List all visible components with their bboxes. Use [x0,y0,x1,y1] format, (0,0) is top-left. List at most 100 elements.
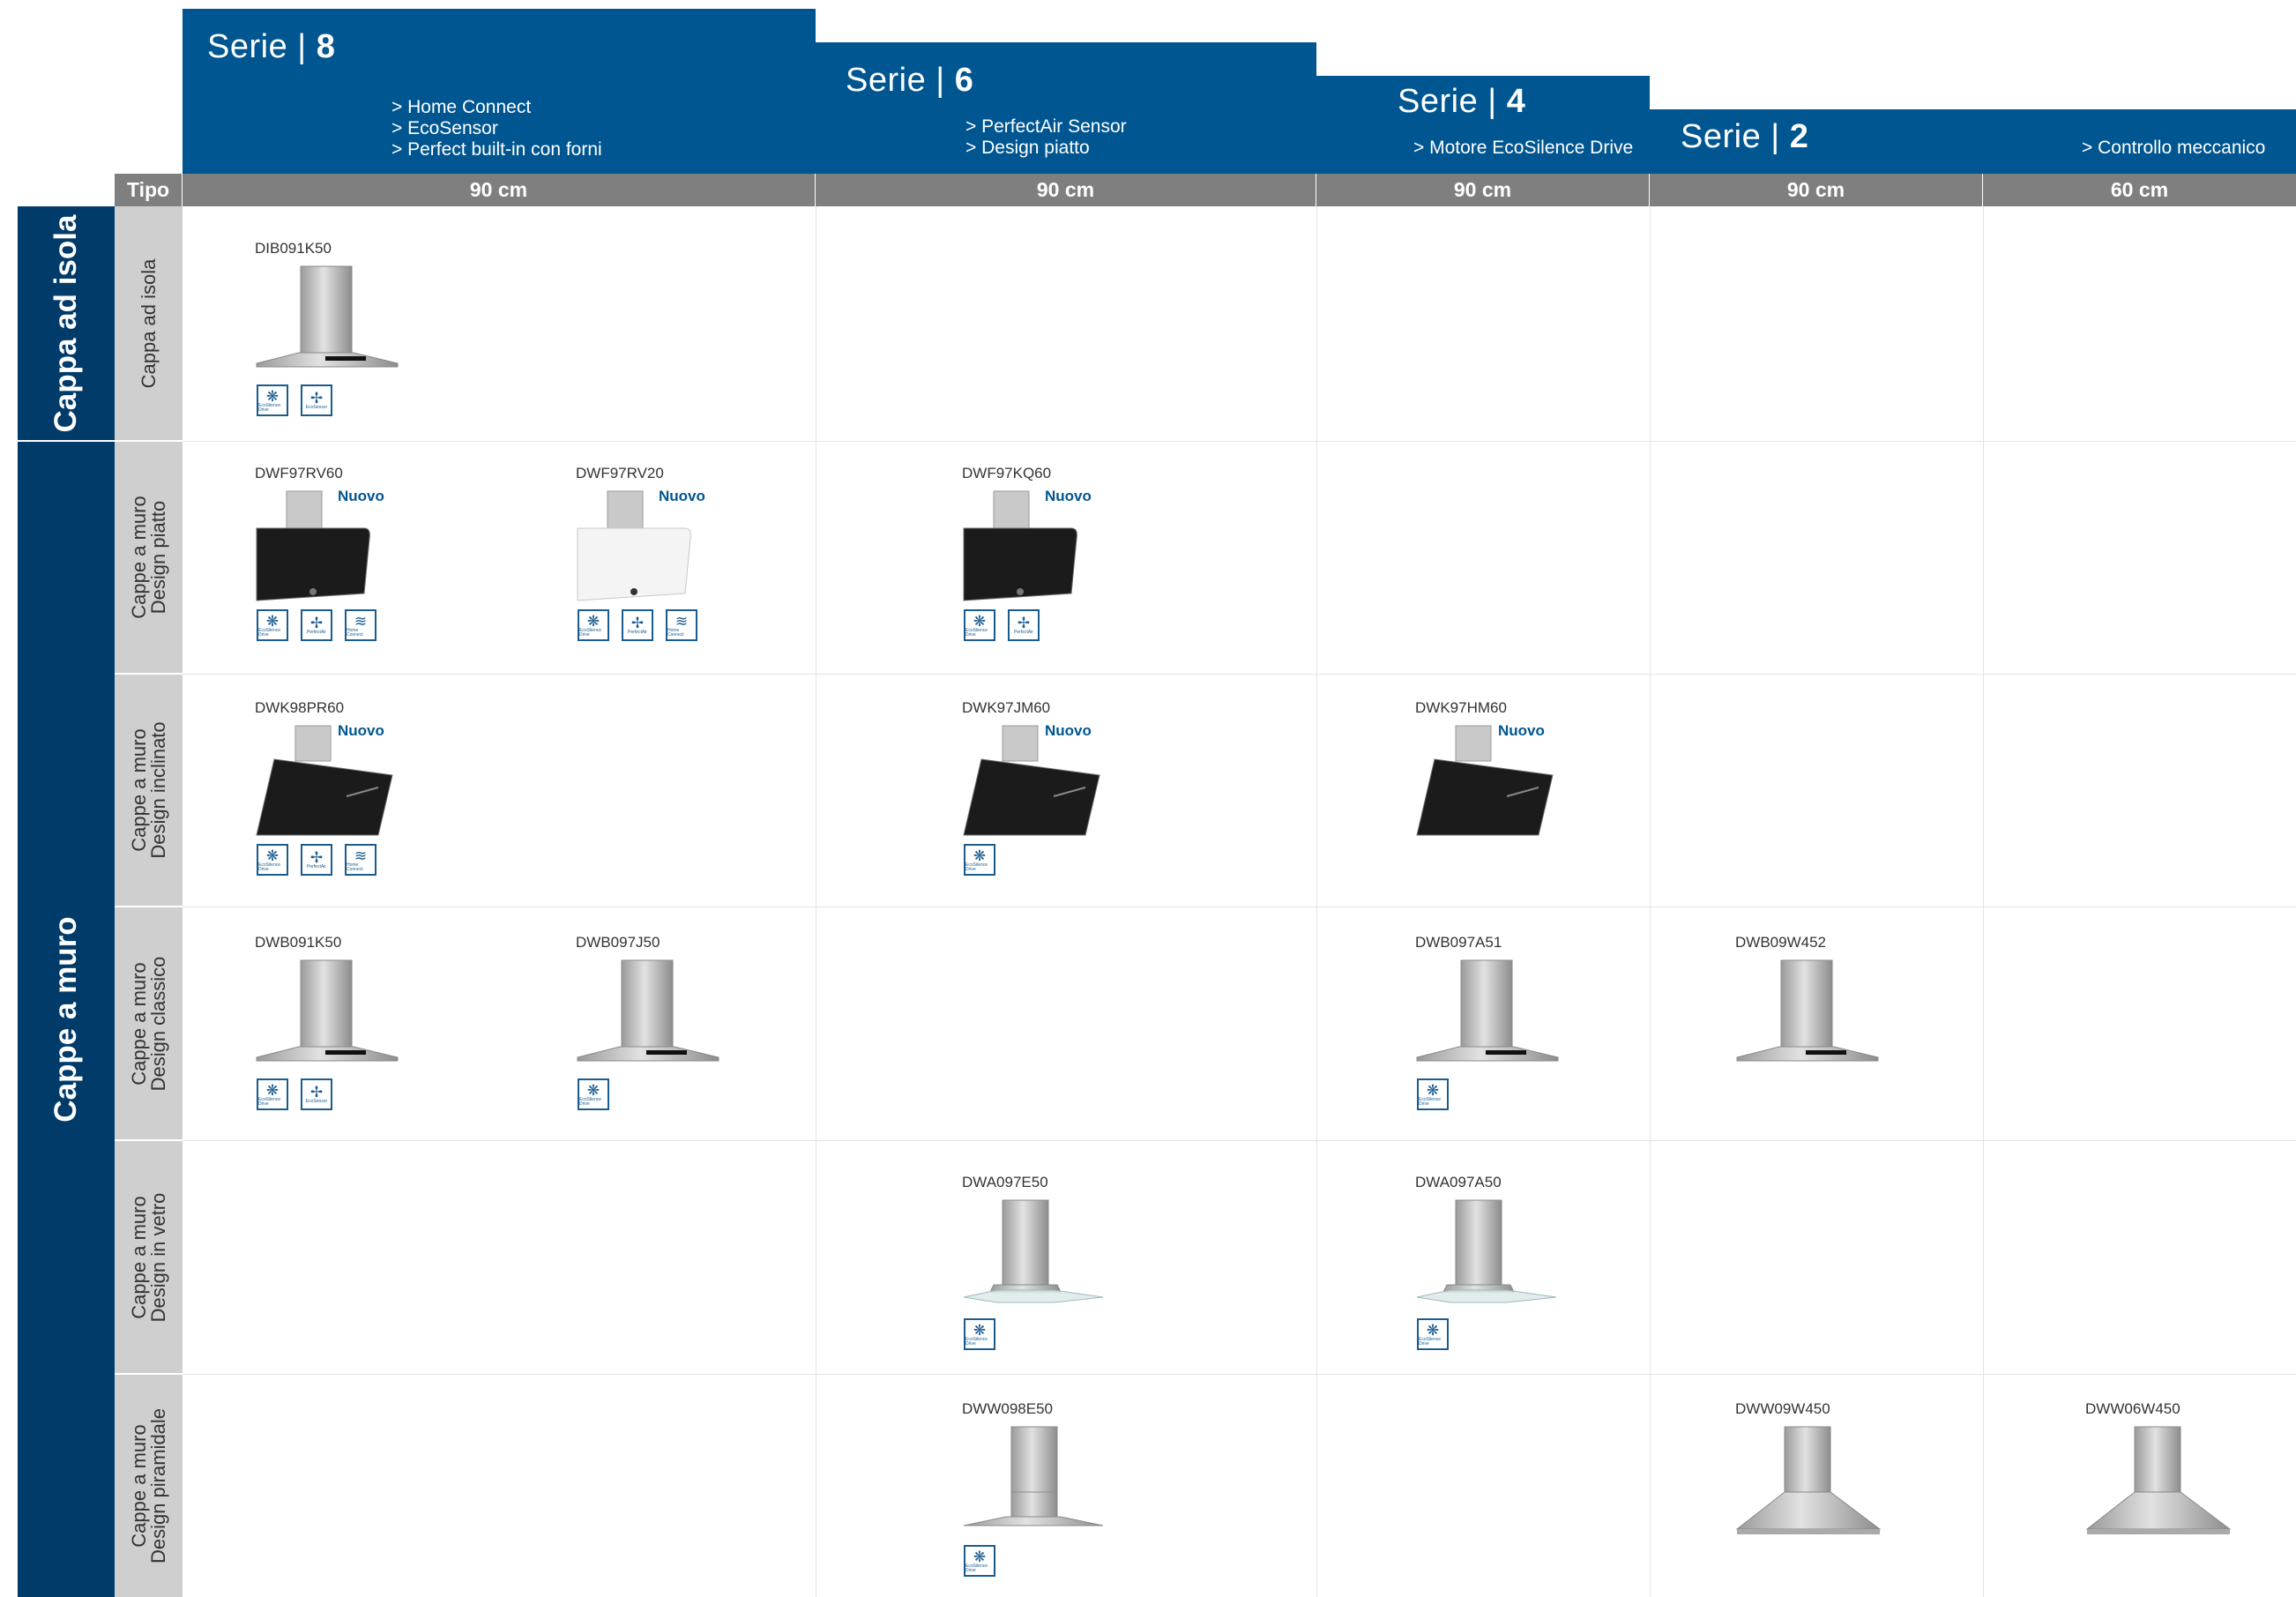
ecosilence-badge: ❋ EcoSilence Drive [257,609,288,641]
badge-label: EcoSilence Drive [965,862,988,872]
size-header: 90 cm [816,174,1316,206]
product-card[interactable]: DWA097A50 ❋ EcoSilence Drive [1415,1174,1733,1350]
product-card[interactable]: DWW06W450 [2085,1400,2296,1577]
product-card[interactable]: DWF97RV60 Nuovo ❋ EcoSilence Drive ✢ PerfectA… [255,465,572,641]
ecosensor-badge: ✢ EcoSensor [301,384,332,416]
series-4-header: Serie | 4 > Motore EcoSilence Drive [1316,76,1650,174]
feature-badges: ❋ EcoSilence Drive ✢ PerfectAir ≋ Home Connec… [257,609,376,641]
product-card[interactable]: DWK98PR60 Nuovo ❋ EcoSilence Drive ✢ PerfectA… [255,699,572,876]
series-title: Serie | 8 [207,28,336,65]
series-title: Serie | 2 [1681,118,1809,155]
badge-label: PerfectAir [307,630,326,635]
feature-badges: ❋ EcoSilence Drive ✢ PerfectAir [964,609,1040,641]
product-card[interactable]: DWK97HM60 Nuovo [1415,699,1733,876]
ecosensor-badge: ✢ EcoSensor [301,1078,332,1110]
row-divider [183,1374,2296,1375]
feature-badges: ❋ EcoSilence Drive [964,1318,995,1350]
row-divider [183,1140,2296,1141]
series-title: Serie | 6 [846,62,974,99]
product-code: DWF97RV20 [576,465,664,481]
feature-line: > EcoSensor [391,118,498,138]
ecosilence-badge: ❋ EcoSilence Drive [578,1078,609,1110]
product-code: DWB097A51 [1415,934,1502,951]
badge-label: EcoSilence Drive [965,1563,988,1573]
series-2-header: Serie | 2 > Controllo meccanico [1650,109,2296,174]
hood-image [962,489,1112,608]
fan-blades-icon: ❋ [265,1081,280,1099]
fan-icon: ✢ [630,615,645,631]
type-label: Cappe a muro Design classico [127,956,169,1091]
ecosilence-badge: ❋ EcoSilence Drive [1417,1318,1449,1350]
feature-badges: ❋ EcoSilence Drive [1417,1318,1449,1350]
size-header: 60 cm [1983,174,2296,206]
column-divider [1983,206,1984,1597]
ecosilence-badge: ❋ EcoSilence Drive [257,384,288,416]
size-header: 90 cm [1650,174,1983,206]
feature-badges: ❋ EcoSilence Drive ✢ PerfectAir ≋ Home Connec… [578,609,697,641]
badge-label: EcoSilence Drive [258,862,281,872]
product-card[interactable]: DWB091K50 ❋ EcoSilence Drive ✢ EcoSensor [255,934,572,1110]
badge-label: EcoSilence Drive [258,627,281,638]
badge-label: EcoSilence Drive [965,1336,988,1347]
product-card[interactable]: DWB097J50 ❋ EcoSilence Drive [576,934,893,1110]
fan-icon: ✢ [309,1084,324,1101]
product-code: DWF97KQ60 [962,465,1052,481]
fan-blades-icon: ❋ [973,1548,987,1565]
feature-line: > Home Connect [391,97,532,117]
type-glass: Cappe a muro Design in vetro [115,1141,183,1373]
hood-image [1415,1198,1565,1317]
fan-blades-icon: ❋ [265,847,280,864]
product-card[interactable]: DWF97RV20 Nuovo ❋ EcoSilence Drive ✢ PerfectA… [576,465,893,641]
fan-blades-icon: ❋ [973,847,987,864]
badge-label: Home Connect [347,627,363,638]
product-code: DWK97JM60 [962,699,1051,716]
product-code: DWA097A50 [1415,1174,1502,1190]
group-cappa-ad-isola: Cappa ad isola [18,206,115,440]
perfectair-badge: ✢ PerfectAir [301,609,332,641]
series-features: > Home Connect > EcoSensor > Perfect bui… [391,97,602,160]
badge-label: Home Connect [347,862,363,872]
product-code: DWB097J50 [576,934,660,951]
product-card[interactable]: DWW09W450 [1735,1400,2053,1577]
column-divider [1650,206,1651,1597]
badge-label: EcoSensor [305,405,328,410]
badge-label: EcoSilence Drive [1419,1096,1442,1107]
feature-badges: ❋ EcoSilence Drive ✢ EcoSensor [257,384,332,416]
product-card[interactable]: DWF97KQ60 Nuovo ❋ EcoSilence Drive ✢ PerfectA… [962,465,1279,641]
feature-line: > Perfect built-in con forni [391,139,602,160]
feature-badges: ❋ EcoSilence Drive [964,1545,995,1577]
fan-blades-icon: ❋ [1426,1081,1440,1099]
feature-badges: ❋ EcoSilence Drive [964,844,995,876]
product-card[interactable]: DWW098E50 ❋ EcoSilence Drive [962,1400,1279,1577]
product-card[interactable]: DWB097A51 ❋ EcoSilence Drive [1415,934,1733,1110]
homeconnect-badge: ≋ Home Connect [345,844,376,876]
fan-blades-icon: ❋ [1426,1321,1440,1339]
fan-blades-icon: ❋ [586,1081,600,1099]
fan-icon: ✢ [309,615,324,631]
fan-icon: ✢ [309,390,324,407]
feature-line: > PerfectAir Sensor [965,116,1127,137]
product-card[interactable]: DWB09W452 [1735,934,2053,1110]
feature-line: > Design piatto [965,138,1090,158]
type-label: Cappe a muro Design inclinato [127,721,169,859]
fan-blades-icon: ❋ [586,612,600,630]
type-classic: Cappe a muro Design classico [115,907,183,1139]
type-flat: Cappe a muro Design piatto [115,442,183,673]
badge-label: Home Connect [667,627,684,638]
ecosilence-badge: ❋ EcoSilence Drive [578,609,609,641]
product-card[interactable]: DWK97JM60 Nuovo ❋ EcoSilence Drive [962,699,1279,876]
column-divider [1316,206,1317,1597]
badge-label: EcoSilence Drive [258,402,281,413]
hood-image [576,489,726,608]
product-card[interactable]: DWA097E50 ❋ EcoSilence Drive [962,1174,1279,1350]
product-code: DWK97HM60 [1415,699,1507,716]
ecosilence-badge: ❋ EcoSilence Drive [964,1318,995,1350]
type-island: Cappa ad isola [115,206,183,440]
row-divider [183,674,2296,675]
series-features: > PerfectAir Sensor > Design piatto [965,116,1127,159]
product-code: DWW098E50 [962,1400,1053,1417]
product-card[interactable]: DIB091K50 ❋ EcoSilence Drive ✢ EcoSensor [255,240,572,416]
hood-image [1735,1425,1885,1544]
series-6-header: Serie | 6 > PerfectAir Sensor > Design p… [816,42,1316,174]
hood-image [962,724,1112,843]
